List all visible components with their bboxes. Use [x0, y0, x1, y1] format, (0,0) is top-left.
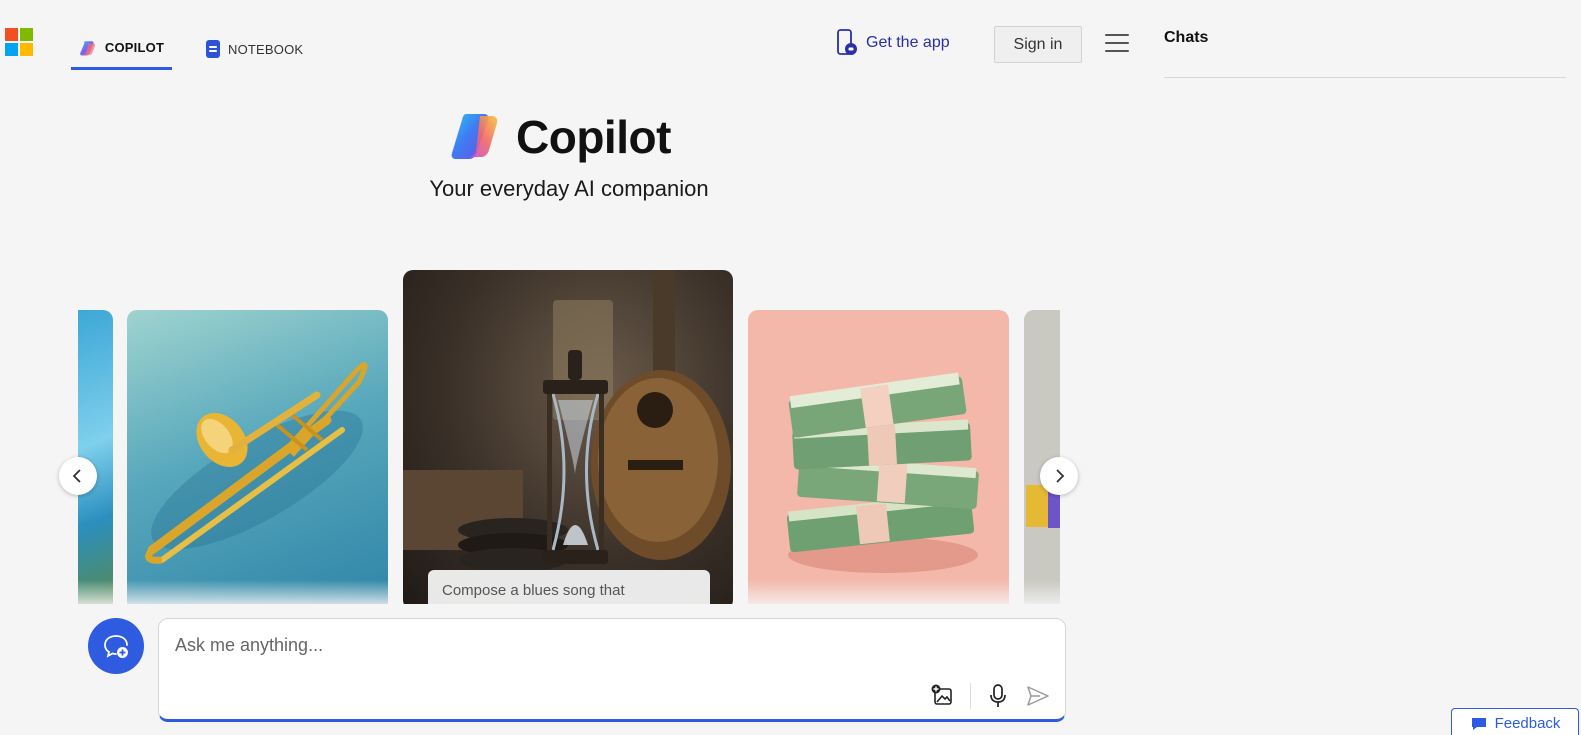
hamburger-icon[interactable]	[1105, 34, 1129, 54]
chats-divider	[1164, 77, 1566, 78]
notebook-icon	[206, 40, 220, 58]
guitar-hourglass-illustration	[403, 270, 731, 572]
money-illustration	[786, 372, 979, 573]
tab-notebook[interactable]: NOTEBOOK	[206, 28, 303, 70]
chevron-right-icon	[1056, 469, 1065, 483]
hourglass-guitar-image[interactable]	[403, 270, 733, 604]
microsoft-logo-icon[interactable]	[5, 28, 33, 56]
chat-input-box	[158, 618, 1066, 722]
trombone-image[interactable]	[127, 310, 388, 604]
carousel-prev-button[interactable]	[59, 457, 97, 495]
prompt-chip[interactable]: Compose a blues song that	[428, 570, 710, 604]
chat-input[interactable]	[175, 633, 1015, 657]
trombone-illustration	[145, 362, 368, 564]
money-stacks-image[interactable]	[748, 310, 1009, 604]
phone-icon	[837, 29, 857, 55]
new-chat-icon	[104, 635, 128, 658]
prompt-carousel: Compose a blues song that	[78, 268, 1060, 604]
copilot-logo-icon	[80, 40, 95, 55]
tab-notebook-label: NOTEBOOK	[228, 41, 304, 57]
tab-copilot-label: COPILOT	[104, 40, 165, 55]
feedback-button[interactable]: Feedback	[1451, 708, 1579, 735]
tab-copilot[interactable]: COPILOT	[71, 28, 172, 70]
hero-title: Copilot	[516, 111, 671, 163]
image-upload-icon[interactable]	[930, 683, 956, 709]
hero-logo: Copilot	[450, 110, 671, 164]
chats-heading: Chats	[1164, 29, 1209, 46]
hero-subtitle: Your everyday AI companion	[429, 176, 709, 201]
tool-separator	[970, 683, 971, 709]
new-topic-button[interactable]	[88, 618, 144, 674]
microphone-icon[interactable]	[985, 683, 1011, 709]
carousel-next-button[interactable]	[1040, 457, 1078, 495]
feedback-label: Feedback	[1494, 715, 1561, 732]
feedback-icon	[1471, 717, 1486, 730]
composer-tools	[930, 683, 1051, 709]
get-the-app-link[interactable]: Get the app	[836, 28, 950, 58]
get-the-app-label: Get the app	[866, 34, 950, 51]
sign-in-button[interactable]: Sign in	[994, 26, 1082, 63]
send-icon[interactable]	[1025, 683, 1051, 709]
copilot-logo-icon	[451, 114, 498, 159]
chevron-left-icon	[72, 469, 81, 483]
